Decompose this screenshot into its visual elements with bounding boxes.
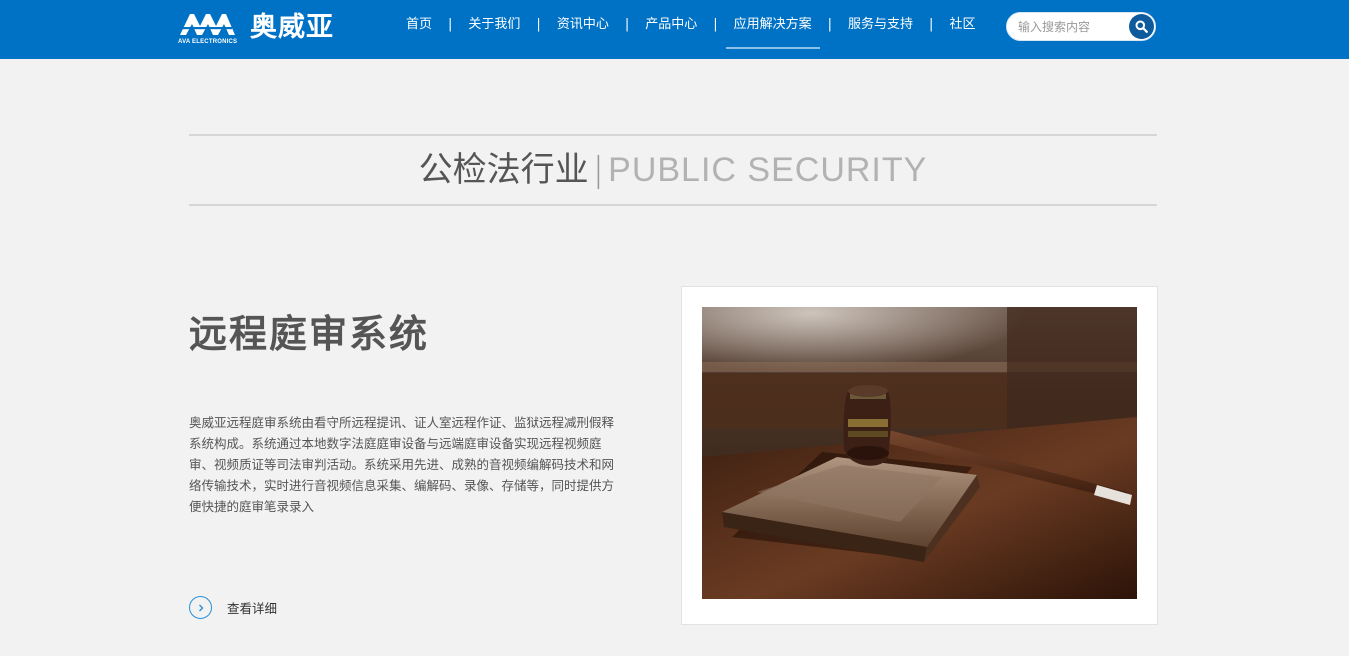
section-title-separator: | [592,150,605,190]
section-divider-bottom [189,204,1157,206]
search-input[interactable] [1018,18,1128,36]
section-title-cn: 公检法行业 [418,150,589,190]
solution-image-card [681,286,1158,625]
nav-community[interactable]: 社区 [937,0,987,49]
gavel-icon [702,307,1137,599]
nav-separator: | [536,17,541,32]
nav-separator: | [827,17,833,32]
nav-news[interactable]: 资讯中心 [545,0,621,49]
search-icon [1135,20,1148,33]
logo-subtitle: AVA ELECTRONICS [178,39,238,45]
nav-about[interactable]: 关于我们 [456,0,532,49]
logo-chinese-name: 奥威亚 [250,12,334,43]
top-header: AVA ELECTRONICS 奥威亚 首页 | 关于我们 | 资讯中心 | 产… [0,0,1349,59]
view-details-label: 查看详细 [227,601,278,616]
nav-separator: | [929,17,934,32]
main-nav: 首页 | 关于我们 | 资讯中心 | 产品中心 | 应用解决方案 | 服务与支持… [394,0,987,59]
brand-logo[interactable]: AVA ELECTRONICS 奥威亚 [178,12,348,48]
solution-title: 远程庭审系统 [189,311,430,356]
chevron-right-icon [189,596,212,619]
section-title-en: PUBLIC SECURITY [608,151,928,189]
solution-description: 奥威亚远程庭审系统由看守所远程提讯、证人室远程作证、监狱远程减刑假释系统构成。系… [189,415,615,514]
nav-home[interactable]: 首页 [394,0,444,49]
nav-products[interactable]: 产品中心 [633,0,709,49]
view-details-link[interactable]: 查看详细 [189,596,277,619]
nav-separator: | [624,17,630,32]
nav-separator: | [448,17,453,32]
section-divider-top [189,134,1157,136]
nav-separator: | [713,17,718,32]
nav-solutions[interactable]: 应用解决方案 [722,0,824,49]
search-button[interactable] [1129,14,1154,39]
nav-support[interactable]: 服务与支持 [836,0,925,49]
section-title: 公检法行业 | PUBLIC SECURITY [189,148,1157,192]
ava-logo-icon [180,14,235,35]
search-box [1006,12,1156,41]
